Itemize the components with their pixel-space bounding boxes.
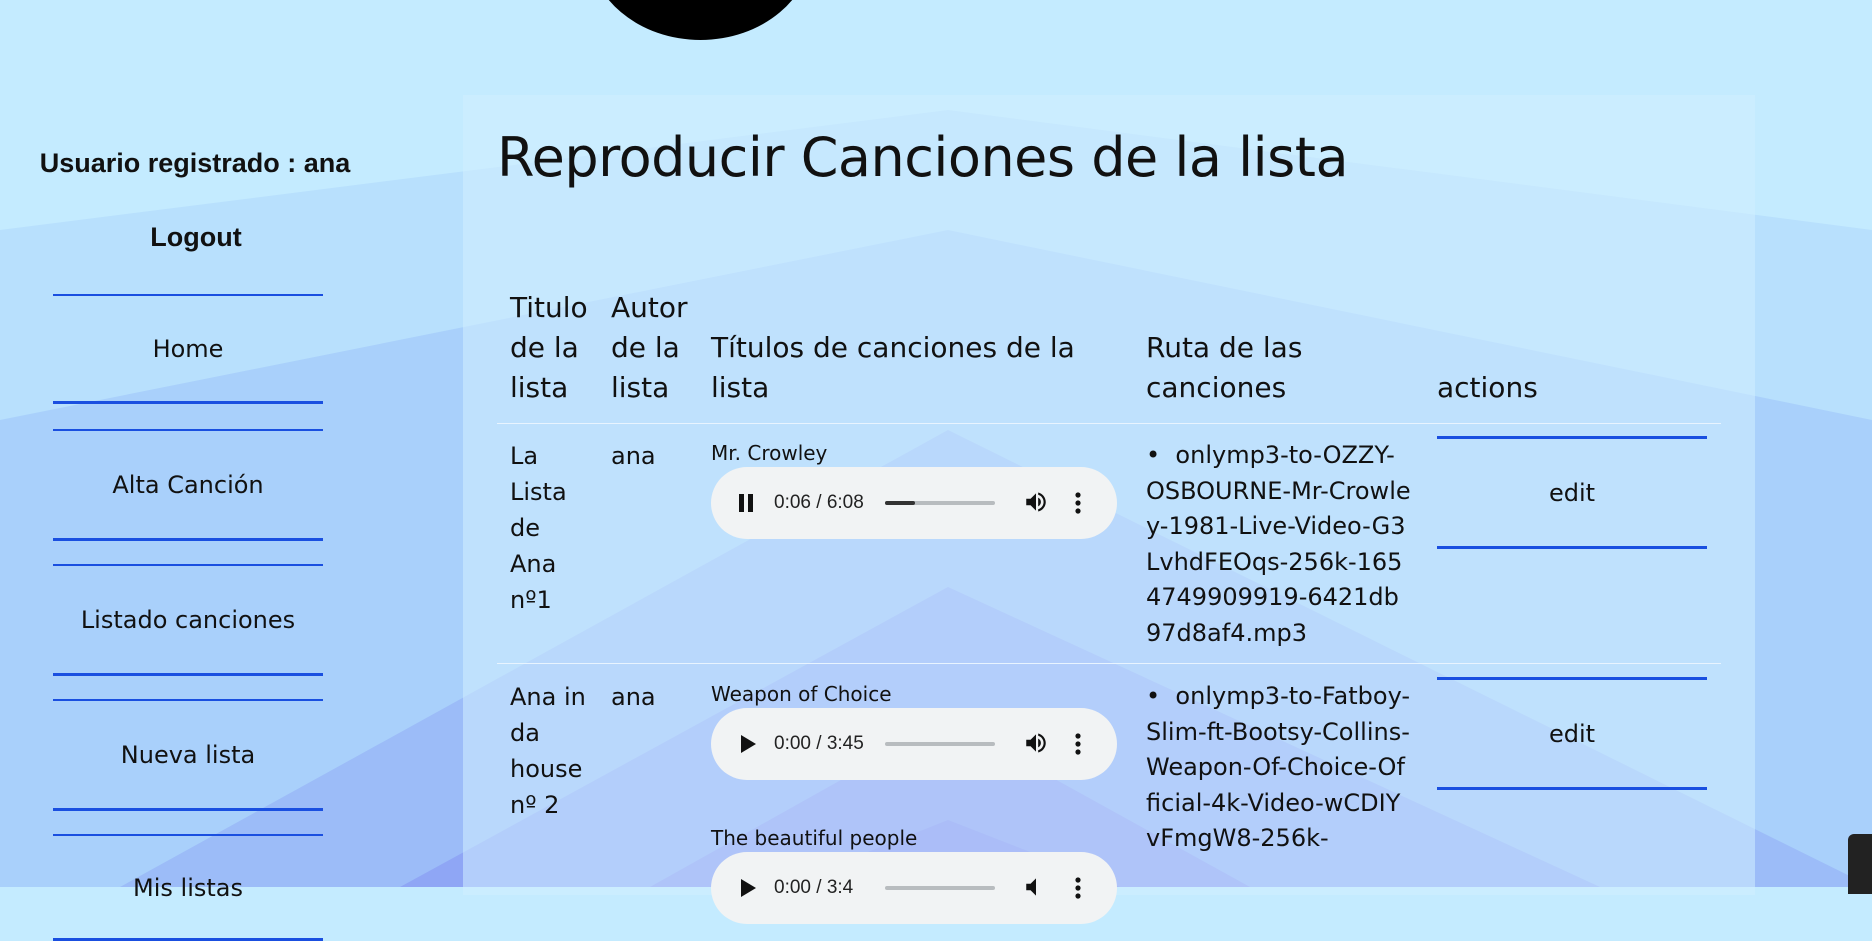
audio-time: 0:00 / 3:45 [774,733,864,754]
song-title: The beautiful people [711,826,918,850]
sidebar-item-label: Listado canciones [80,605,296,634]
audio-progress[interactable] [885,742,995,746]
sidebar-item-home[interactable]: Home [53,294,323,404]
floating-widget-icon[interactable] [1848,834,1872,894]
header-list-author: Autor de la lista [611,291,688,404]
play-icon[interactable] [739,734,757,759]
edit-label: edit [1548,719,1596,748]
sidebar-item-nueva-lista[interactable]: Nueva lista [53,699,323,811]
audio-player[interactable]: 0:00 / 3:45 [711,708,1117,780]
page-title: Reproducir Canciones de la lista [497,126,1349,189]
sidebar-item-label: Mis listas [133,874,243,902]
song-path-text: onlymp3-to-OZZY-OSBOURNE-Mr-Crowley-1981… [1146,441,1411,647]
edit-button[interactable]: edit [1437,677,1707,790]
sidebar-item-label: Alta Canción [112,470,264,499]
logout-link[interactable]: Logout [96,222,296,253]
sidebar-item-label: Nueva lista [120,740,256,769]
more-vertical-icon[interactable] [1074,732,1082,761]
header-song-paths: Ruta de las canciones [1146,331,1303,404]
bullet-icon: • [1146,441,1176,469]
row-divider [497,663,1721,664]
play-icon[interactable] [739,878,757,903]
header-list-title: Titulo de la lista [510,291,588,404]
song-title: Weapon of Choice [711,682,892,706]
sidebar: Usuario registrado : ana Logout Home Alt… [0,0,380,941]
cell-list-title: Ana in da house nº 2 [510,683,586,819]
cell-list-author: ana [611,683,656,711]
audio-player[interactable]: 0:06 / 6:08 [711,467,1117,539]
cell-list-title: La Lista de Ana nº1 [510,442,567,614]
sidebar-item-label: Home [152,334,224,363]
bullet-icon: • [1146,682,1176,710]
more-vertical-icon[interactable] [1074,491,1082,520]
audio-player[interactable]: 0:00 / 3:4 [711,852,1117,924]
song-path-item: • onlymp3-to-Fatboy-Slim-ft-Bootsy-Colli… [1146,679,1411,857]
header-actions: actions [1437,371,1538,404]
header-song-titles: Títulos de canciones de la lista [711,331,1075,404]
audio-time: 0:06 / 6:08 [774,492,864,513]
edit-label: edit [1548,478,1596,507]
row-divider [497,423,1721,424]
more-vertical-icon[interactable] [1074,876,1082,905]
sidebar-item-alta-cancion[interactable]: Alta Canción [53,429,323,541]
song-title: Mr. Crowley [711,441,828,465]
sidebar-item-mis-listas[interactable]: Mis listas [53,834,323,941]
edit-button[interactable]: edit [1437,436,1707,549]
volume-icon[interactable] [1023,730,1049,761]
registered-user-label: Usuario registrado : ana [39,148,351,178]
cell-list-author: ana [611,442,656,470]
song-path-text: onlymp3-to-Fatboy-Slim-ft-Bootsy-Collins… [1146,682,1411,853]
audio-time: 0:00 / 3:4 [774,877,854,898]
song-path-item: • onlymp3-to-OZZY-OSBOURNE-Mr-Crowley-19… [1146,438,1411,652]
sidebar-item-listado-canciones[interactable]: Listado canciones [53,564,323,676]
audio-progress[interactable] [885,501,995,505]
volume-icon[interactable] [1023,874,1049,905]
volume-icon[interactable] [1023,489,1049,520]
pause-icon[interactable] [737,493,755,518]
